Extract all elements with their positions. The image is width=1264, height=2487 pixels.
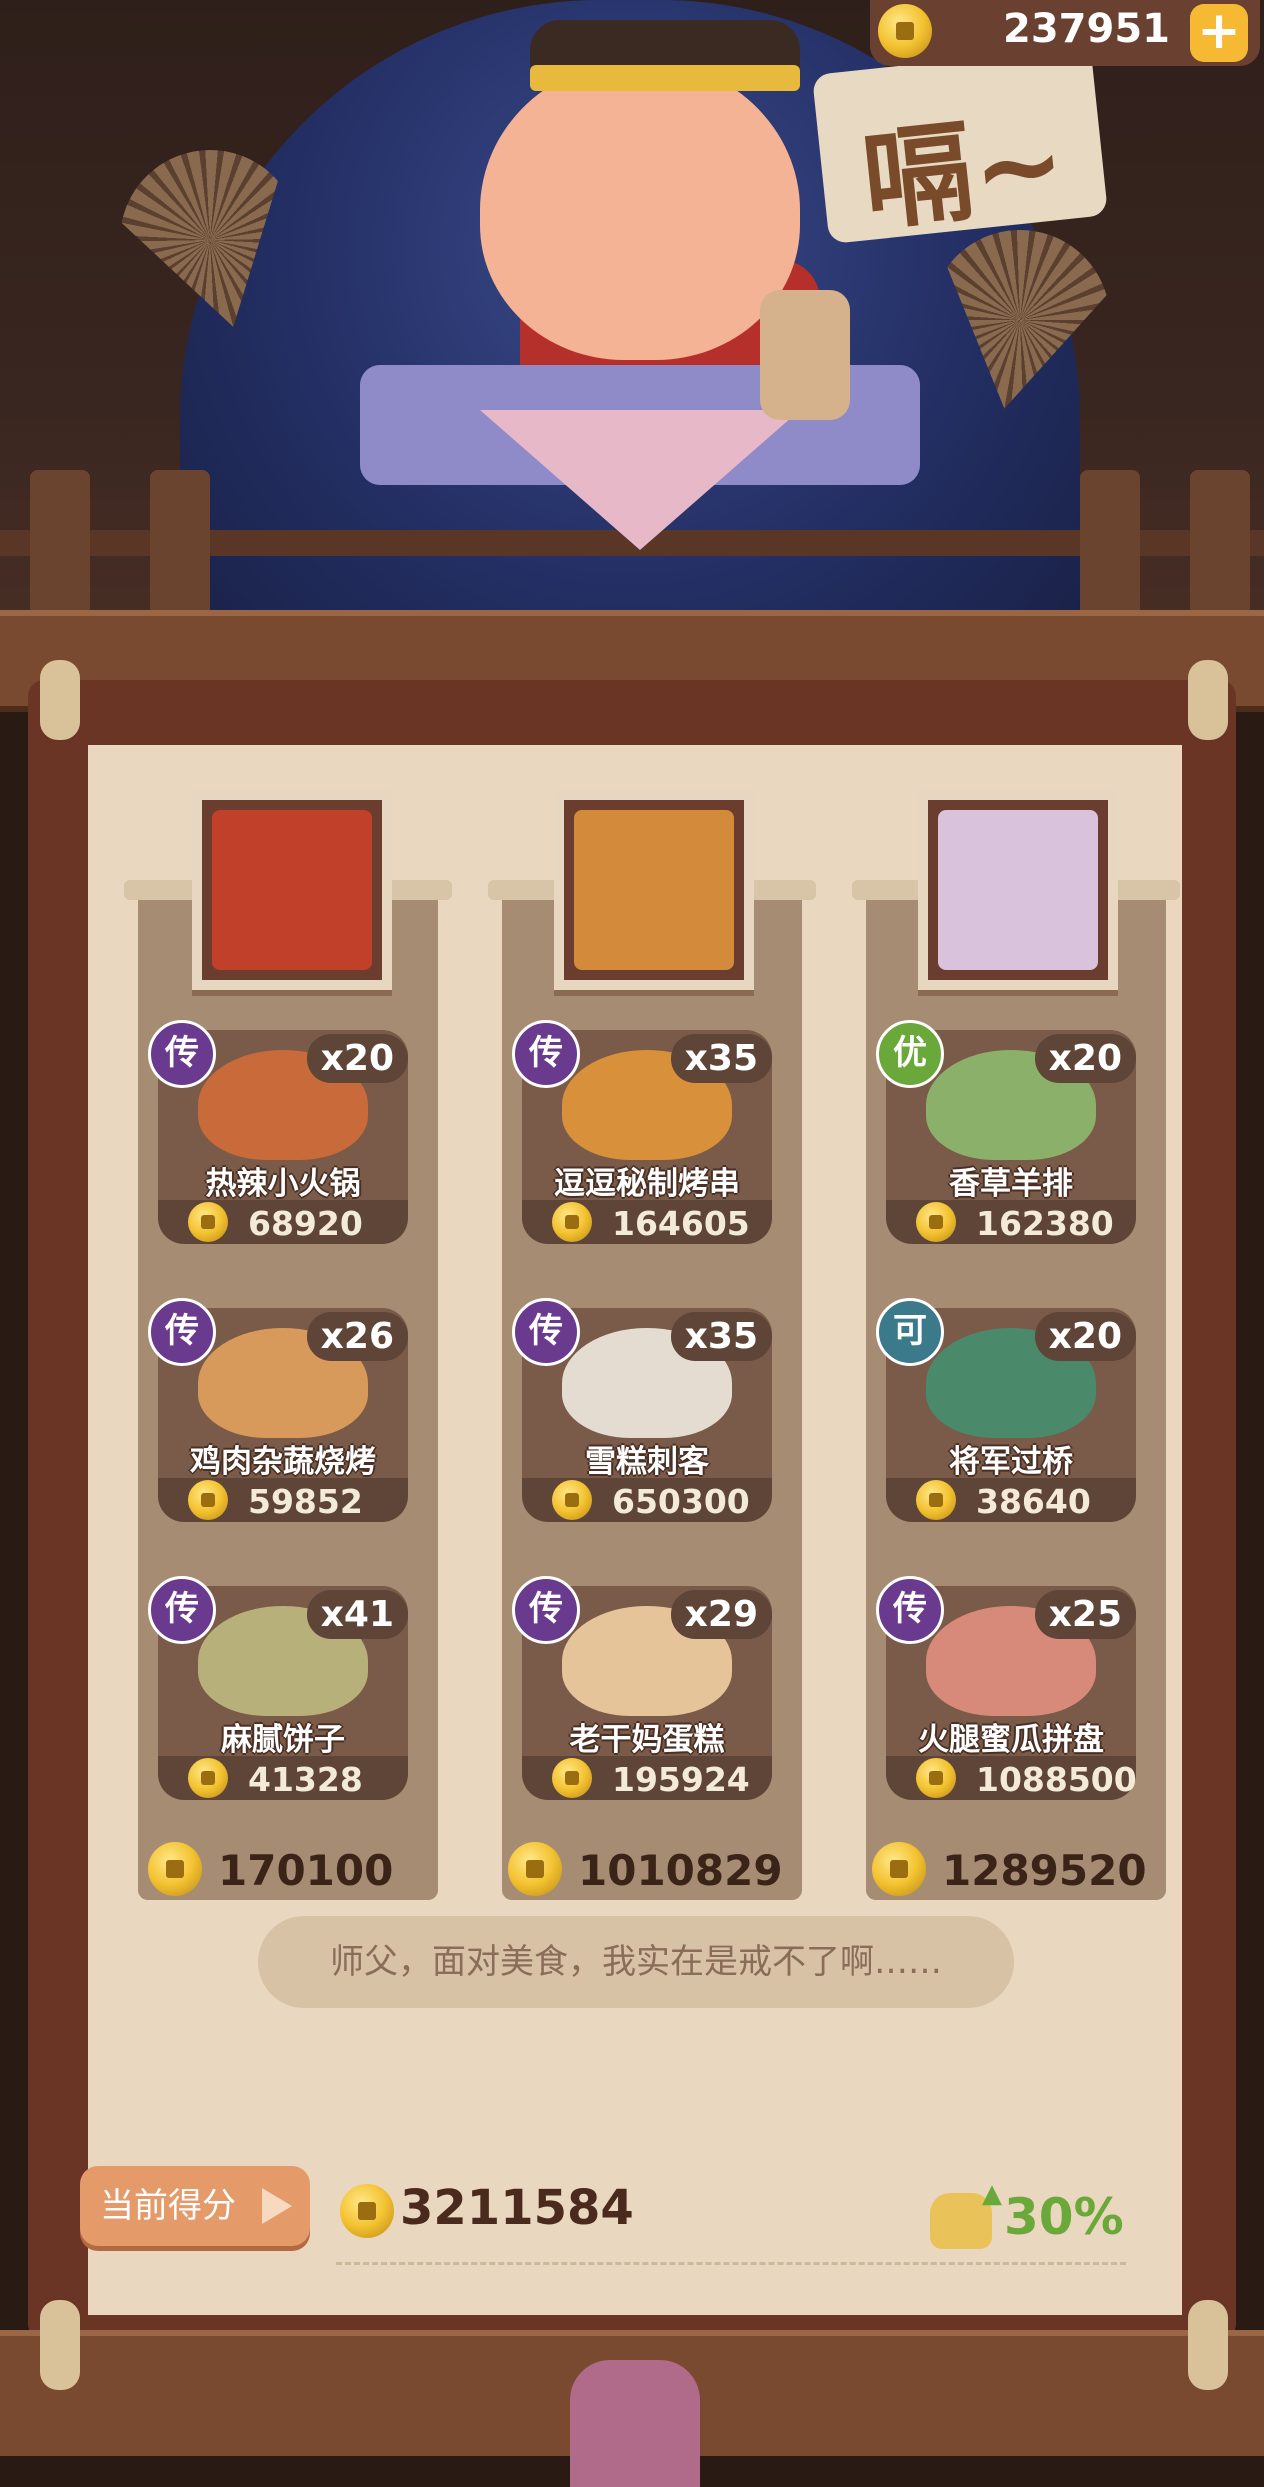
dish-quantity: x25 xyxy=(1034,1590,1136,1639)
rarity-badge: 传 xyxy=(512,1576,580,1644)
tassel-ornament xyxy=(570,2360,700,2487)
dish-name: 雪糕刺客 xyxy=(585,1444,709,1480)
dish-price: 41328 xyxy=(248,1760,363,1799)
coin-icon xyxy=(552,1758,592,1798)
stacked-bowls xyxy=(760,290,850,420)
coin-icon xyxy=(916,1758,956,1798)
rarity-badge: 可 xyxy=(876,1298,944,1366)
dish-price: 68920 xyxy=(248,1204,363,1243)
speech-text: 嗝~ xyxy=(856,97,1072,246)
scroll-knob-top-right xyxy=(1188,660,1228,740)
dish-price: 164605 xyxy=(612,1204,750,1243)
dish-price: 1088500 xyxy=(976,1760,1137,1799)
column-total-value: 1289520 xyxy=(942,1846,1147,1895)
coin-icon xyxy=(188,1758,228,1798)
dish-name: 热辣小火锅 xyxy=(205,1166,361,1202)
dish-card[interactable]: 可 x20 将军过桥 38640 xyxy=(876,1298,1136,1538)
coin-icon xyxy=(340,2184,394,2238)
column-total-value: 170100 xyxy=(218,1846,394,1895)
dish-price: 38640 xyxy=(976,1482,1091,1521)
guest-portrait-3[interactable] xyxy=(918,790,1118,990)
dish-price: 195924 xyxy=(612,1760,750,1799)
dialogue-quote: 师父，面对美食，我实在是戒不了啊…… xyxy=(258,1916,1014,2008)
dish-card[interactable]: 优 x20 香草羊排 162380 xyxy=(876,1020,1136,1260)
scroll-knob-bottom-right xyxy=(1188,2300,1228,2390)
guest-portrait-1[interactable] xyxy=(192,790,392,990)
guest-portrait-2[interactable] xyxy=(554,790,754,990)
add-coins-button[interactable]: + xyxy=(1190,4,1248,62)
dish-card[interactable]: 传 x20 热辣小火锅 68920 xyxy=(148,1020,408,1260)
satiety-percent-value: 30% xyxy=(1004,2188,1124,2246)
dish-name: 香草羊排 xyxy=(949,1166,1073,1202)
coin-icon xyxy=(148,1842,202,1896)
score-divider xyxy=(336,2262,1126,2265)
column-total-2: 1010829 xyxy=(508,1840,808,1900)
coin-icon xyxy=(872,1842,926,1896)
coin-icon xyxy=(552,1202,592,1242)
column-total-3: 1289520 xyxy=(872,1840,1172,1900)
coin-icon xyxy=(878,4,932,58)
dish-quantity: x41 xyxy=(306,1590,408,1639)
rarity-badge: 传 xyxy=(512,1020,580,1088)
scroll-knob-bottom-left xyxy=(40,2300,80,2390)
dish-card[interactable]: 传 x41 麻腻饼子 41328 xyxy=(148,1576,408,1816)
dish-name: 火腿蜜瓜拼盘 xyxy=(918,1722,1104,1758)
dish-name: 将军过桥 xyxy=(949,1444,1073,1480)
play-arrow-icon xyxy=(262,2188,292,2224)
rarity-badge: 传 xyxy=(148,1298,216,1366)
coin-icon xyxy=(916,1202,956,1242)
dish-card[interactable]: 传 x35 雪糕刺客 650300 xyxy=(512,1298,772,1538)
rarity-badge: 传 xyxy=(148,1020,216,1088)
food-bag-icon xyxy=(930,2179,1002,2249)
column-total-value: 1010829 xyxy=(578,1846,783,1895)
rarity-badge: 传 xyxy=(512,1298,580,1366)
dish-quantity: x35 xyxy=(670,1312,772,1361)
dish-card[interactable]: 传 x25 火腿蜜瓜拼盘 1088500 xyxy=(876,1576,1137,1816)
dish-quantity: x29 xyxy=(670,1590,772,1639)
coin-icon xyxy=(552,1480,592,1520)
coin-icon xyxy=(188,1480,228,1520)
dish-name: 逗逗秘制烤串 xyxy=(554,1166,740,1202)
coin-icon xyxy=(916,1480,956,1520)
dish-quantity: x20 xyxy=(306,1034,408,1083)
dish-price: 650300 xyxy=(612,1482,750,1521)
current-score-value: 3211584 xyxy=(400,2180,634,2236)
scene-background: 嗝~ xyxy=(0,0,1264,680)
dish-quantity: x20 xyxy=(1034,1312,1136,1361)
dish-quantity: x35 xyxy=(670,1034,772,1083)
column-total-1: 170100 xyxy=(148,1840,448,1900)
rarity-badge: 传 xyxy=(148,1576,216,1644)
dish-card[interactable]: 传 x26 鸡肉杂蔬烧烤 59852 xyxy=(148,1298,408,1538)
dish-name: 老干妈蛋糕 xyxy=(569,1722,725,1758)
current-score: 3211584 xyxy=(340,2180,634,2238)
dish-card[interactable]: 传 x35 逗逗秘制烤串 164605 xyxy=(512,1020,772,1260)
dish-name: 麻腻饼子 xyxy=(221,1722,345,1758)
rarity-badge: 优 xyxy=(876,1020,944,1088)
dish-quantity: x20 xyxy=(1034,1034,1136,1083)
dish-price: 59852 xyxy=(248,1482,363,1521)
rarity-badge: 传 xyxy=(876,1576,944,1644)
current-score-label: 当前得分 xyxy=(100,2186,236,2226)
coin-balance-bar: 237951 + xyxy=(870,0,1260,66)
current-score-button[interactable]: 当前得分 xyxy=(80,2166,310,2246)
dish-quantity: x26 xyxy=(306,1312,408,1361)
scroll-knob-top-left xyxy=(40,660,80,740)
coin-balance: 237951 xyxy=(1003,6,1170,52)
dish-card[interactable]: 传 x29 老干妈蛋糕 195924 xyxy=(512,1576,772,1816)
pig-hat-band xyxy=(530,65,800,91)
coin-icon xyxy=(188,1202,228,1242)
dish-price: 162380 xyxy=(976,1204,1114,1243)
satiety-percent: 30% xyxy=(930,2179,1124,2249)
dish-name: 鸡肉杂蔬烧烤 xyxy=(190,1444,376,1480)
pig-character[interactable] xyxy=(480,60,800,360)
coin-icon xyxy=(508,1842,562,1896)
speech-sign: 嗝~ xyxy=(811,45,1109,246)
